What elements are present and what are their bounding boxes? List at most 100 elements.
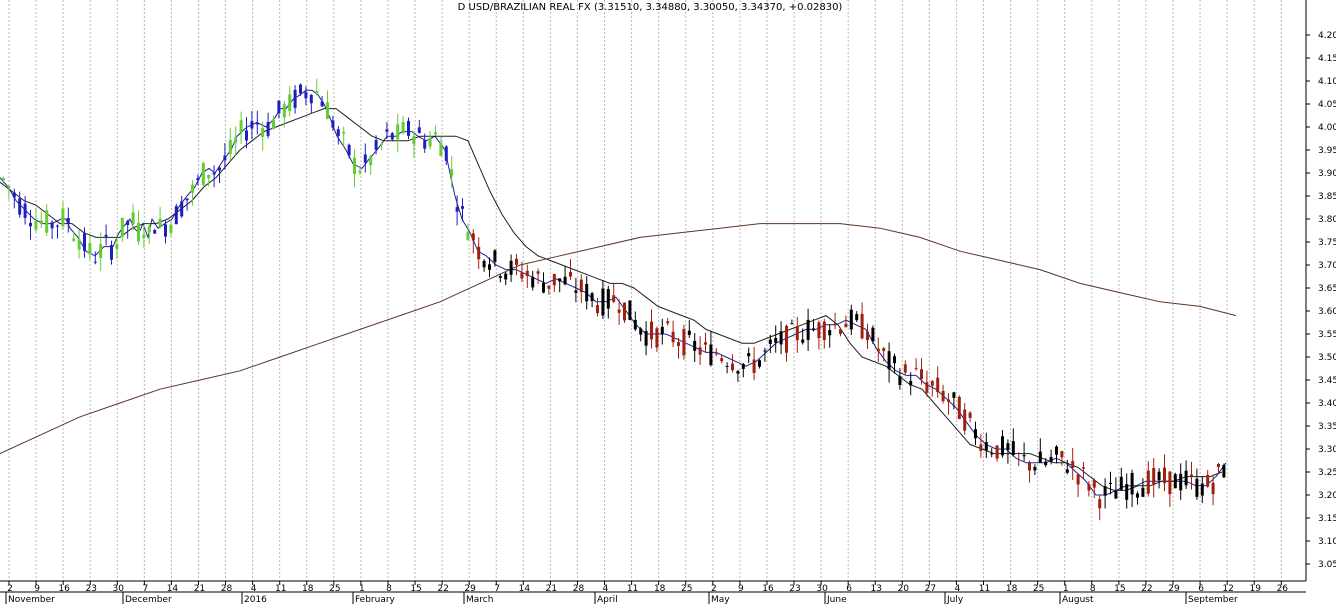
candle-body: [1109, 482, 1112, 484]
candle-body: [1001, 436, 1004, 456]
candle-body: [1222, 465, 1226, 478]
candle-body: [871, 327, 875, 342]
candle-body: [147, 226, 151, 233]
x-day-tick-label: 28: [573, 584, 585, 594]
x-day-tick-label: 9: [738, 584, 744, 594]
candle-body: [444, 146, 448, 161]
x-day-tick-label: 25: [329, 584, 340, 594]
candle-body: [142, 234, 146, 239]
candle-body: [115, 244, 119, 249]
candle-body: [255, 122, 259, 125]
candle-body: [914, 367, 918, 369]
y-tick-label: 4.10: [1318, 77, 1336, 87]
candle-body: [860, 313, 864, 339]
candle-body: [957, 396, 961, 419]
candle-body: [666, 321, 670, 324]
candle-body: [639, 328, 643, 335]
candle-body: [201, 162, 205, 186]
x-day-tick-label: 12: [1222, 584, 1233, 594]
candle-body: [1184, 470, 1188, 486]
candle-body: [1211, 482, 1215, 495]
x-day-tick-label: 23: [85, 584, 96, 594]
x-day-tick-label: 29: [1168, 584, 1180, 594]
candle-body: [1055, 446, 1058, 455]
candle-body: [644, 330, 648, 346]
candle-body: [925, 382, 929, 393]
candle-body: [61, 208, 65, 227]
candle-body: [250, 121, 254, 129]
x-day-tick-label: 6: [846, 584, 852, 594]
candle-body: [801, 339, 805, 343]
candle-body: [450, 169, 454, 176]
candle-body: [995, 445, 999, 459]
candle-body: [596, 305, 599, 314]
candle-body: [207, 174, 211, 179]
x-month-label: November: [8, 595, 55, 604]
candle-body: [1076, 474, 1080, 485]
candle-body: [687, 330, 691, 335]
y-tick-label: 3.25: [1318, 468, 1336, 478]
x-day-tick-label: 21: [546, 584, 557, 594]
candle-body: [806, 319, 810, 340]
candle-body: [628, 300, 632, 320]
candle-body: [693, 340, 697, 351]
candle-body: [110, 245, 113, 260]
y-tick-label: 3.30: [1318, 445, 1336, 455]
candle-body: [293, 89, 297, 108]
y-tick-label: 3.75: [1318, 238, 1336, 248]
candle-body: [1141, 487, 1145, 497]
candle-body: [1114, 490, 1118, 499]
candle-body: [434, 132, 437, 135]
candle-body: [844, 323, 848, 328]
candle-body: [353, 157, 356, 174]
candle-body: [1049, 456, 1053, 462]
candle-body: [671, 331, 675, 343]
x-day-tick-label: 11: [979, 584, 990, 594]
candle-body: [131, 212, 135, 224]
candle-body: [504, 273, 508, 280]
x-day-tick-label: 14: [167, 584, 179, 594]
candle-body: [817, 322, 821, 339]
candle-body: [882, 348, 886, 352]
candle-body: [655, 328, 659, 348]
candle-body: [930, 381, 934, 386]
candle-body: [282, 104, 286, 118]
candle-body: [941, 390, 945, 402]
y-tick-label: 3.95: [1318, 146, 1336, 156]
candle-body: [774, 337, 778, 343]
candle-body: [66, 217, 70, 224]
candle-body: [158, 218, 162, 227]
candle-body: [579, 279, 583, 293]
candle-body: [677, 342, 680, 346]
x-day-tick-label: 22: [1141, 584, 1152, 594]
x-day-tick-label: 7: [142, 584, 148, 594]
candle-body: [974, 429, 977, 439]
candle-body: [763, 350, 767, 352]
candle-body: [785, 325, 788, 353]
x-month-label: December: [125, 595, 172, 604]
candle-body: [531, 276, 535, 288]
x-day-tick-label: 15: [410, 584, 421, 594]
moving-average-long: [0, 223, 1237, 455]
candle-body: [56, 225, 59, 227]
candle-body: [866, 331, 869, 341]
x-day-tick-label: 13: [871, 584, 882, 594]
candle-body: [423, 140, 427, 149]
moving-average-layer: [0, 89, 1237, 496]
x-month-label: February: [355, 595, 396, 604]
candle-body: [412, 135, 416, 145]
candle-body: [520, 272, 524, 279]
candle-body: [380, 144, 383, 146]
candle-body: [979, 444, 983, 451]
candle-body: [682, 329, 686, 356]
candle-body: [704, 342, 707, 345]
candle-body: [709, 344, 713, 366]
x-day-tick-label: 9: [34, 584, 40, 594]
candle-body: [1125, 484, 1129, 500]
x-day-tick-label: 8: [1090, 584, 1096, 594]
candle-body: [29, 222, 32, 227]
x-day-tick-label: 4: [603, 584, 609, 594]
candle-body: [990, 453, 994, 455]
candle-body: [315, 91, 319, 94]
y-tick-label: 4.15: [1318, 54, 1336, 64]
